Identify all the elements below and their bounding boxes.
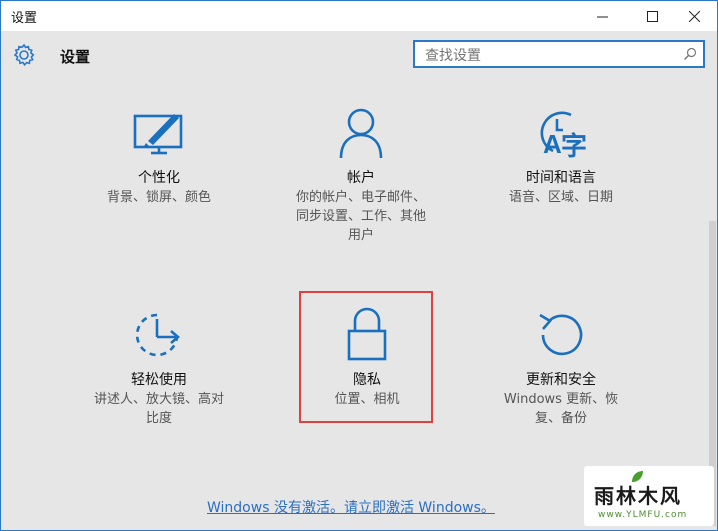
tile-personalization[interactable]: 个性化 背景、锁屏、颜色 xyxy=(79,105,239,207)
refresh-icon xyxy=(539,313,583,356)
svg-text:字: 字 xyxy=(561,131,587,161)
tile-time-language[interactable]: A 字 时间和语言 语音、区域、日期 xyxy=(481,105,641,207)
minimize-button[interactable] xyxy=(579,1,625,31)
maximize-icon xyxy=(646,10,658,22)
tile-desc-line: 你的帐户、电子邮件、 xyxy=(295,190,426,205)
minimize-icon xyxy=(596,16,608,17)
tile-ease-of-access[interactable]: 轻松使用 讲述人、放大镜、高对 比度 xyxy=(79,307,239,428)
close-icon xyxy=(688,10,700,22)
title-bar: 设置 xyxy=(1,1,717,31)
tile-desc-line: 复、备份 xyxy=(534,411,587,426)
window-title: 设置 xyxy=(11,11,38,26)
tile-desc: Windows 更新、恢 复、备份 xyxy=(481,390,641,428)
tile-label: 轻松使用 xyxy=(131,372,187,388)
settings-header: 设置 xyxy=(1,31,717,85)
tile-label: 帐户 xyxy=(347,170,375,186)
tile-desc-line: 讲述人、放大镜、高对 xyxy=(93,392,224,407)
tile-desc-line: Windows 更新、恢 xyxy=(503,392,619,407)
gear-icon xyxy=(13,43,35,67)
search-icon[interactable] xyxy=(683,47,697,61)
tile-desc-line: 用户 xyxy=(347,228,374,243)
tile-label: 时间和语言 xyxy=(526,170,596,186)
tile-desc-line: 同步设置、工作、其他 xyxy=(295,209,426,224)
activation-link[interactable]: Windows 没有激活。请立即激活 Windows。 xyxy=(207,497,495,517)
tile-label: 个性化 xyxy=(138,170,180,186)
watermark-logo: 雨林木风 www.YLMFU.com xyxy=(584,466,714,526)
watermark-title: 雨林木风 xyxy=(594,484,682,508)
time-language-icon: A 字 xyxy=(540,111,587,161)
page-title: 设置 xyxy=(60,48,91,66)
tile-label: 更新和安全 xyxy=(526,372,596,388)
search-input[interactable] xyxy=(423,45,677,67)
person-icon xyxy=(339,108,383,159)
ease-of-access-icon xyxy=(135,313,180,357)
close-button[interactable] xyxy=(671,1,717,31)
privacy-highlight-box xyxy=(299,291,433,423)
maximize-button[interactable] xyxy=(629,1,675,31)
tile-desc: 你的帐户、电子邮件、 同步设置、工作、其他 用户 xyxy=(281,188,441,245)
tile-desc: 讲述人、放大镜、高对 比度 xyxy=(79,390,239,428)
tile-desc-line: 比度 xyxy=(145,411,172,426)
watermark-url: www.YLMFU.com xyxy=(598,510,688,520)
search-field[interactable] xyxy=(413,40,705,68)
tile-accounts[interactable]: 帐户 你的帐户、电子邮件、 同步设置、工作、其他 用户 xyxy=(281,105,441,245)
personalization-icon xyxy=(133,114,183,155)
tile-desc: 语音、区域、日期 xyxy=(481,188,641,207)
settings-window: 设置 设置 查找设置 个性化 背景、锁屏、颜色 帐户 你的帐户、电子邮件、 同步… xyxy=(0,0,718,531)
svg-text:A: A xyxy=(543,129,562,159)
tile-update-security[interactable]: 更新和安全 Windows 更新、恢 复、备份 xyxy=(481,307,641,428)
tile-desc: 背景、锁屏、颜色 xyxy=(79,188,239,207)
tile-desc-line: 语音、区域、日期 xyxy=(508,190,613,205)
tile-desc-line: 背景、锁屏、颜色 xyxy=(106,190,211,205)
